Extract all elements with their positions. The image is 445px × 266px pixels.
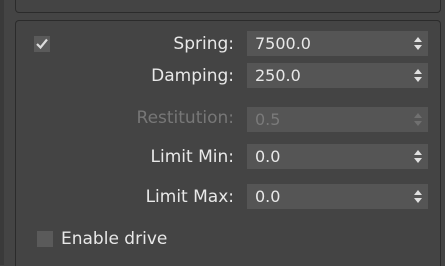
enabled-checkbox[interactable]	[34, 36, 50, 52]
spring-label: Spring:	[173, 34, 234, 54]
damping-label: Damping:	[151, 66, 234, 86]
limit-min-value[interactable]: 0.0	[255, 146, 280, 167]
restitution-value: 0.5	[255, 110, 281, 129]
left-edge	[0, 0, 4, 265]
restitution-label: Restitution:	[136, 108, 234, 128]
limit-max-label: Limit Max:	[145, 187, 234, 207]
limit-max-value[interactable]: 0.0	[255, 186, 280, 207]
enable-drive-checkbox[interactable]	[37, 231, 53, 247]
spinner-arrows-icon	[414, 113, 422, 126]
spring-spinner[interactable]: 7500.0	[247, 31, 428, 56]
limit-max-spinner[interactable]: 0.0	[247, 184, 428, 209]
checkmark-icon	[36, 38, 48, 50]
limit-min-label: Limit Min:	[150, 147, 234, 167]
enable-drive-label[interactable]: Enable drive	[61, 228, 167, 250]
upper-panel	[15, 0, 441, 13]
spinner-arrows-icon[interactable]	[414, 150, 422, 163]
limit-min-spinner[interactable]: 0.0	[247, 144, 428, 169]
spinner-arrows-icon[interactable]	[414, 37, 422, 50]
restitution-spinner: 0.5	[247, 107, 428, 132]
damping-value[interactable]: 250.0	[255, 65, 301, 86]
spinner-arrows-icon[interactable]	[414, 190, 422, 203]
spinner-arrows-icon[interactable]	[414, 69, 422, 82]
damping-spinner[interactable]: 250.0	[247, 63, 428, 88]
spring-value[interactable]: 7500.0	[255, 33, 311, 54]
